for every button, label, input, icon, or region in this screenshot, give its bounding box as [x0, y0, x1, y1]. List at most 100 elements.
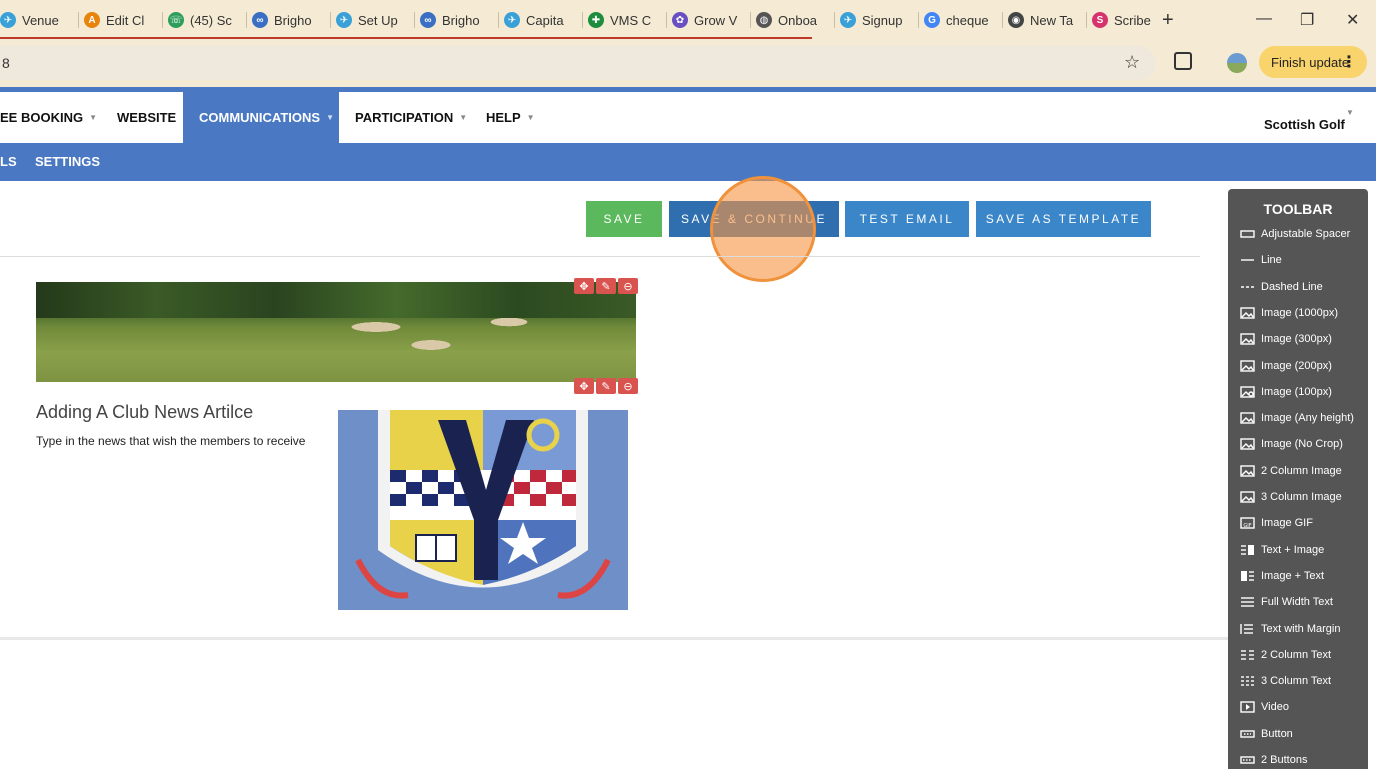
browser-tab[interactable]: ◍ Onboa: [756, 8, 834, 32]
toolbar-item[interactable]: 2 Column Image: [1240, 465, 1342, 477]
toolbar-item[interactable]: 3 Column Image: [1240, 491, 1342, 503]
nav-item-communications[interactable]: COMMUNICATIONS ▼: [183, 92, 339, 143]
tab-separator: [246, 12, 247, 28]
video-icon: [1240, 701, 1255, 714]
extensions-icon[interactable]: [1174, 52, 1192, 70]
remove-icon[interactable]: ⊖: [618, 278, 638, 294]
image-icon: [1240, 333, 1255, 345]
browser-tab-label: New Ta: [1030, 12, 1074, 28]
nav-label: HELP: [486, 110, 521, 125]
browser-tab-label: (45) Sc: [190, 12, 232, 28]
browser-tab[interactable]: A Edit Cl: [84, 8, 162, 32]
scribe-icon: ✈: [336, 12, 352, 28]
browser-tab[interactable]: ∞ Brigho: [420, 8, 498, 32]
edit-icon[interactable]: ✎: [596, 278, 616, 294]
minimize-icon[interactable]: —: [1256, 10, 1272, 28]
nav-item-tee-booking[interactable]: EE BOOKING ▼: [0, 92, 97, 143]
nav-item-participation[interactable]: PARTICIPATION ▼: [355, 92, 467, 143]
save-as-template-button[interactable]: SAVE AS TEMPLATE: [976, 201, 1151, 237]
toolbar-item[interactable]: Image (1000px): [1240, 307, 1338, 319]
browser-tab-label: Grow V: [694, 12, 738, 28]
toolbar-item-label: 2 Column Text: [1261, 648, 1332, 661]
move-icon[interactable]: ✥: [574, 278, 594, 294]
browser-tab[interactable]: S Scribe: [1092, 8, 1170, 32]
remove-icon[interactable]: ⊖: [618, 378, 638, 394]
nav-item-help[interactable]: HELP ▼: [486, 92, 535, 143]
toolbar-item[interactable]: 3 Column Text: [1240, 675, 1331, 687]
profile-avatar[interactable]: [1227, 53, 1247, 73]
browser-tab[interactable]: ◉ New Ta: [1008, 8, 1086, 32]
browser-tab[interactable]: Gcheque: [924, 8, 1002, 32]
tab-separator: [666, 12, 667, 28]
more-menu-icon: ⋮: [1341, 54, 1357, 71]
browser-tab[interactable]: ∞ Brigho: [252, 8, 330, 32]
toolbar-item[interactable]: Image (200px): [1240, 360, 1332, 372]
test-email-button[interactable]: TEST EMAIL: [845, 201, 969, 237]
toolbar-item[interactable]: Full Width Text: [1240, 596, 1333, 608]
address-bar[interactable]: 8 ☆: [0, 46, 1156, 80]
browser-tab-label: Edit Cl: [106, 12, 145, 28]
spacer-icon: [1240, 228, 1255, 240]
bookmark-star-icon[interactable]: ☆: [1124, 52, 1140, 73]
browser-tab[interactable]: ☏ (45) Sc: [168, 8, 246, 32]
browser-tab[interactable]: ✈ Signup: [840, 8, 918, 32]
toolbar-item[interactable]: Dashed Line: [1240, 281, 1323, 293]
browser-tab[interactable]: ✈ Capita: [504, 8, 582, 32]
browser-tab[interactable]: ✈ Set Up: [336, 8, 414, 32]
tab-separator: [162, 12, 163, 28]
browser-tab[interactable]: ✿ Grow V: [672, 8, 750, 32]
maximize-icon[interactable]: ❐: [1300, 10, 1314, 30]
account-menu[interactable]: Scottish Golf: [1264, 117, 1345, 132]
toolbar-item-label: Video: [1261, 701, 1289, 714]
edit-icon[interactable]: ✎: [596, 378, 616, 394]
toolbar-item[interactable]: 2 Column Text: [1240, 649, 1331, 661]
toolbar-item[interactable]: Button: [1240, 728, 1293, 740]
close-icon[interactable]: ✕: [1346, 10, 1359, 30]
divider: [0, 256, 1200, 257]
nav-item-website[interactable]: WEBSITE: [117, 92, 176, 143]
flower-icon: ✿: [672, 12, 688, 28]
image-icon: [1240, 307, 1255, 319]
image-text-icon: [1240, 570, 1255, 582]
article-title[interactable]: Adding A Club News Artilce: [36, 402, 253, 423]
banner-controls-top: ✥ ✎ ⊖: [574, 278, 638, 294]
subnav-item-settings[interactable]: SETTINGS: [35, 154, 100, 169]
toolbar-item[interactable]: Line: [1240, 254, 1282, 266]
toolbar-item[interactable]: Image (100px): [1240, 386, 1332, 398]
toolbar-item[interactable]: Adjustable Spacer: [1240, 228, 1350, 240]
club-crest-image[interactable]: [338, 410, 628, 610]
caret-down-icon: ▼: [526, 113, 535, 122]
toolbar-item[interactable]: Image (300px): [1240, 333, 1332, 345]
caret-down-icon[interactable]: ▼: [1346, 108, 1354, 117]
image-icon: [1240, 412, 1255, 424]
toolbar-item-label: Image (1000px): [1261, 306, 1339, 319]
toolbar-item[interactable]: Video: [1240, 701, 1289, 713]
toolbar-item[interactable]: Image + Text: [1240, 570, 1324, 582]
toolbar-item[interactable]: Image (No Crop): [1240, 438, 1343, 450]
toolbar-item[interactable]: Text with Margin: [1240, 623, 1340, 635]
browser-tab[interactable]: ✚ VMS C: [588, 8, 666, 32]
google-icon: G: [924, 12, 940, 28]
move-icon[interactable]: ✥: [574, 378, 594, 394]
banner-image[interactable]: [36, 282, 636, 382]
browser-tab-label: Onboa: [778, 12, 818, 28]
toolbar-item[interactable]: GIF Image GIF: [1240, 517, 1313, 529]
browser-tab-label: Capita: [526, 12, 564, 28]
new-tab-icon[interactable]: +: [1162, 9, 1174, 32]
save-button[interactable]: SAVE: [586, 201, 662, 237]
nav-label: EE BOOKING: [0, 110, 84, 125]
full-text-icon: [1240, 596, 1255, 608]
club-crest-graphic: [338, 410, 628, 610]
toolbar-item[interactable]: 2 Buttons: [1240, 754, 1307, 766]
browser-tab-label: cheque: [946, 12, 989, 28]
finish-update-button[interactable]: Finish update ⋮: [1259, 46, 1367, 78]
toolbar-item[interactable]: Image (Any height): [1240, 412, 1354, 424]
image-icon: [1240, 438, 1255, 451]
finish-update-label: Finish update: [1271, 54, 1350, 70]
subnav-item-ls[interactable]: LS: [0, 154, 17, 169]
article-body[interactable]: Type in the news that wish the members t…: [36, 434, 305, 448]
browser-tab[interactable]: ✈ Venue: [0, 8, 78, 32]
banner-trees: [36, 282, 636, 318]
toolbar-item-label: Dashed Line: [1261, 280, 1323, 293]
toolbar-item[interactable]: Text + Image: [1240, 544, 1324, 556]
